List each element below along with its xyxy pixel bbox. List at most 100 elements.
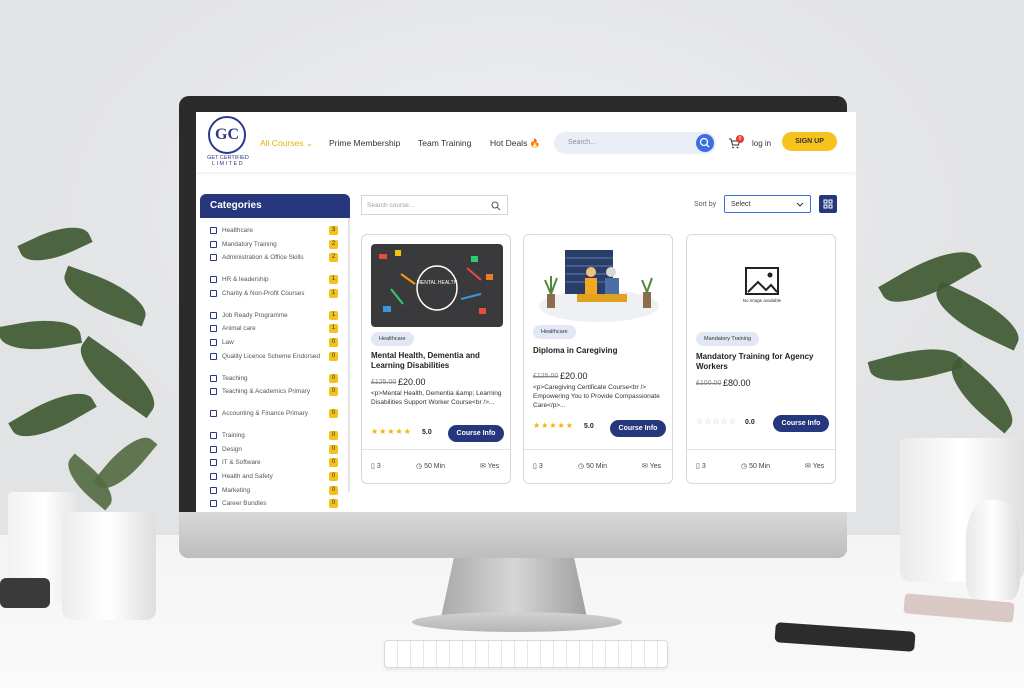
category-checkbox[interactable] [210, 325, 217, 333]
nav-hot-deals[interactable]: Hot Deals 🔥 [490, 138, 540, 149]
category-count-badge: 0 [329, 472, 338, 481]
category-label: Job Ready Programme [222, 311, 288, 319]
category-count-badge: 1 [329, 288, 338, 298]
sort-by-label: Sort by [694, 201, 717, 208]
course-old-price: £100.00 [696, 380, 722, 387]
course-old-price: £125.00 [533, 373, 559, 380]
search-placeholder: Search... [568, 139, 597, 146]
lessons-icon: ▯ [533, 463, 537, 470]
nav-all-courses[interactable]: All Courses ⌄ [260, 138, 313, 149]
course-card[interactable]: No image available Mandatory Training Ma… [686, 234, 836, 484]
certificate-value: Yes [649, 463, 662, 470]
search-icon [699, 137, 710, 148]
category-checkbox[interactable] [210, 227, 217, 234]
course-category-tag: Healthcare [371, 332, 414, 346]
course-search-placeholder: Search course... [367, 202, 415, 209]
course-search-input[interactable]: Search course... [361, 195, 508, 215]
category-label: Accounting & Finance Primary [222, 410, 308, 418]
card-divider [524, 449, 672, 450]
lessons-count: ▯ 3 [533, 462, 543, 470]
certificate-flag: ✉ Yes [642, 462, 661, 470]
speaker [0, 578, 50, 608]
clock-icon: ◷ [741, 463, 748, 470]
course-card[interactable]: Healthcare Diploma in Caregiving £125.00… [523, 234, 673, 484]
lessons-icon: ▯ [696, 463, 700, 470]
course-old-price: £125.00 [371, 379, 397, 386]
logo-emblem: GC [208, 116, 246, 154]
duration-value: 50 Min [424, 463, 446, 470]
categories-list: Healthcare 3 Mandatory Training 2 Administra… [200, 218, 350, 509]
certificate-flag: ✉ Yes [805, 462, 824, 470]
login-link[interactable]: log in [752, 139, 771, 148]
monitor-base [412, 612, 622, 632]
category-label: Charity & Non-Profit Courses [222, 289, 305, 297]
logo-line2: LIMITED [211, 161, 245, 167]
category-label: IT & Software [222, 459, 261, 467]
lessons-value: 3 [538, 463, 543, 470]
category-label: Law [222, 339, 234, 346]
categories-header: Categories [200, 194, 350, 218]
category-checkbox[interactable] [210, 311, 217, 319]
course-duration: ◷ 50 Min [578, 462, 607, 470]
category-checkbox[interactable] [210, 459, 217, 467]
category-label: Training [222, 432, 245, 440]
category-checkbox[interactable] [210, 410, 217, 418]
nav-prime-membership[interactable]: Prime Membership [329, 138, 400, 148]
category-checkbox[interactable] [210, 473, 217, 480]
category-checkbox[interactable] [210, 352, 217, 360]
caregiving-illustration [539, 250, 659, 322]
duration-value: 50 Min [586, 463, 608, 470]
certificate-icon: ✉ [805, 463, 811, 470]
course-info-button[interactable]: Course Info [448, 425, 504, 442]
category-checkbox[interactable] [210, 388, 217, 396]
rating-stars: ★★★★★ [533, 421, 574, 430]
category-checkbox[interactable] [210, 240, 217, 248]
category-label: Teaching & Academics Primary [222, 388, 311, 396]
category-checkbox[interactable] [210, 432, 217, 440]
category-count-badge: 2 [329, 239, 338, 249]
course-title[interactable]: Mental Health, Dementia and Learning Dis… [371, 351, 505, 370]
grid-view-button[interactable] [819, 195, 837, 213]
category-checkbox[interactable] [210, 339, 217, 346]
category-checkbox[interactable] [210, 289, 217, 297]
course-title[interactable]: Mandatory Training for Agency Workers [696, 352, 830, 371]
site-header: GC GET CERTIFIED LIMITED All Courses ⌄ P… [196, 112, 856, 172]
course-price: £20.00 [398, 377, 426, 387]
clock-icon: ◷ [578, 463, 585, 470]
certificate-value: Yes [812, 463, 825, 470]
cart-count-badge: 0 [736, 135, 744, 143]
search-input[interactable]: Search... [554, 132, 716, 154]
search-button[interactable] [696, 134, 714, 152]
duration-value: 50 Min [749, 463, 771, 470]
mental-health-illustration: MENTAL HEALTH [379, 250, 493, 314]
screen: GC GET CERTIFIED LIMITED All Courses ⌄ P… [196, 112, 856, 512]
category-label: Healthcare [222, 227, 253, 234]
course-info-button[interactable]: Course Info [610, 420, 666, 437]
category-checkbox[interactable] [210, 445, 217, 453]
category-checkbox[interactable] [210, 374, 217, 382]
category-checkbox[interactable] [210, 276, 217, 284]
logo-text: GET CERTIFIED LIMITED [200, 155, 256, 167]
category-label: Health and Safety [222, 473, 273, 480]
category-checkbox[interactable] [210, 486, 217, 494]
category-checkbox[interactable] [210, 254, 217, 262]
category-count-badge: 1 [329, 324, 338, 334]
course-price: £20.00 [560, 371, 588, 381]
sort-select[interactable]: Select [724, 195, 811, 213]
course-title[interactable]: Diploma in Caregiving [533, 346, 667, 356]
course-description: <p>Caregiving Certificate Course<br /> E… [533, 384, 660, 409]
rating-value: 5.0 [422, 429, 432, 436]
category-checkbox[interactable] [210, 500, 217, 508]
course-card[interactable]: MENTAL HEALTH Healthcare Mental Health, … [361, 234, 511, 484]
category-label: Career Bundles [222, 500, 267, 508]
rating-stars: ☆☆☆☆☆ [696, 417, 737, 426]
certificate-icon: ✉ [642, 463, 648, 470]
signup-button[interactable]: SIGN UP [782, 132, 837, 151]
category-label: Quality Licence Scheme Endorsed [222, 352, 321, 360]
grid-icon [823, 199, 833, 209]
category-count-badge: 0 [329, 485, 338, 495]
lessons-icon: ▯ [371, 463, 375, 470]
nav-team-training[interactable]: Team Training [418, 138, 471, 148]
course-info-button[interactable]: Course Info [773, 415, 829, 432]
site-logo[interactable]: GC GET CERTIFIED LIMITED [204, 116, 250, 168]
